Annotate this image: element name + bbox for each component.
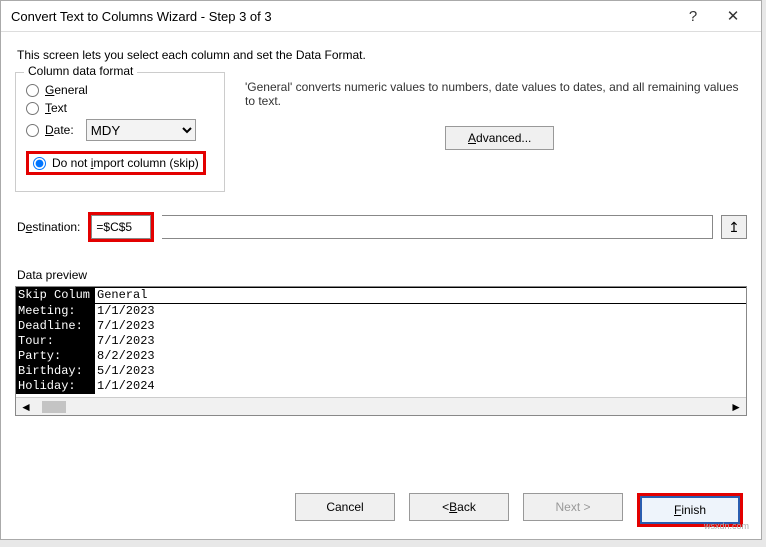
data-preview-label: Data preview [17, 268, 747, 282]
watermark-text: wsxdn.com [704, 521, 749, 531]
preview-grid[interactable]: Skip ColumGeneralMeeting:1/1/2023Deadlin… [16, 287, 746, 394]
radio-general[interactable] [26, 84, 39, 97]
destination-input-extension[interactable] [162, 215, 713, 239]
preview-cell[interactable]: 5/1/2023 [94, 364, 174, 379]
scroll-thumb[interactable] [42, 401, 66, 413]
column-data-format-group: Column data format General Text Date: MD [15, 72, 225, 192]
advanced-button[interactable]: Advanced... [445, 126, 554, 150]
scroll-left-icon[interactable]: ◄ [20, 400, 32, 414]
preview-cell[interactable]: Meeting: [16, 304, 94, 319]
radio-text-row[interactable]: Text [26, 101, 214, 115]
preview-header-1[interactable]: General [94, 288, 174, 303]
data-preview-box: Skip ColumGeneralMeeting:1/1/2023Deadlin… [15, 286, 747, 416]
radio-skip-highlight: Do not import column (skip) [26, 151, 206, 175]
close-button[interactable]: ✕ [713, 7, 753, 25]
preview-header-0[interactable]: Skip Colum [16, 288, 94, 303]
preview-cell[interactable]: 1/1/2023 [94, 304, 174, 319]
radio-text[interactable] [26, 102, 39, 115]
preview-cell[interactable]: Birthday: [16, 364, 94, 379]
preview-cell[interactable]: 7/1/2023 [94, 334, 174, 349]
preview-cell[interactable]: Deadline: [16, 319, 94, 334]
finish-button[interactable]: Finish [640, 496, 740, 524]
preview-cell[interactable]: Party: [16, 349, 94, 364]
radio-date[interactable] [26, 124, 39, 137]
destination-highlight [88, 212, 154, 242]
radio-skip-label: Do not import column (skip) [52, 156, 199, 170]
wizard-dialog: Convert Text to Columns Wizard - Step 3 … [0, 0, 762, 540]
preview-cell[interactable]: Tour: [16, 334, 94, 349]
radio-general-row[interactable]: General [26, 83, 214, 97]
radio-general-label: General [45, 83, 88, 97]
next-button: Next > [523, 493, 623, 521]
preview-cell[interactable]: 8/2/2023 [94, 349, 174, 364]
destination-label: Destination: [17, 220, 80, 234]
cancel-button[interactable]: Cancel [295, 493, 395, 521]
back-button[interactable]: < Back [409, 493, 509, 521]
preview-cell[interactable]: 1/1/2024 [94, 379, 174, 394]
help-button[interactable]: ? [673, 8, 713, 25]
preview-cell[interactable]: Holiday: [16, 379, 94, 394]
radio-date-row[interactable]: Date: MDY [26, 119, 214, 141]
date-format-select[interactable]: MDY [86, 119, 196, 141]
title-bar: Convert Text to Columns Wizard - Step 3 … [1, 1, 761, 32]
button-row: Cancel < Back Next > Finish [295, 493, 743, 527]
radio-text-label: Text [45, 101, 67, 115]
destination-input[interactable] [91, 215, 151, 239]
dialog-title: Convert Text to Columns Wizard - Step 3 … [11, 9, 673, 24]
collapse-dialog-icon[interactable]: ↥ [721, 215, 747, 239]
radio-date-label: Date: [45, 123, 74, 137]
preview-cell[interactable]: 7/1/2023 [94, 319, 174, 334]
general-description: 'General' converts numeric values to num… [245, 80, 747, 108]
scroll-right-icon[interactable]: ► [730, 400, 742, 414]
instruction-text: This screen lets you select each column … [17, 48, 747, 62]
format-legend: Column data format [24, 64, 137, 78]
preview-scrollbar[interactable]: ◄ ► [16, 397, 746, 415]
radio-skip[interactable] [33, 157, 46, 170]
